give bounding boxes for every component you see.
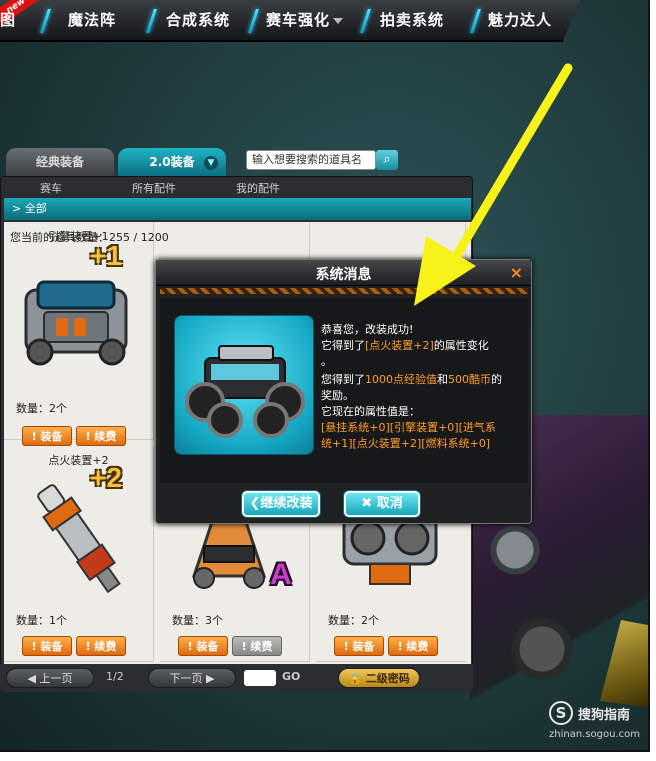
pager: ◀ 上一页 1/2 下一页 ▶ GO 🔒 二级密码 bbox=[0, 664, 473, 692]
next-page-label: 下一页 bbox=[169, 672, 203, 685]
renew-button-label: 续费 bbox=[94, 430, 117, 443]
attribute-line: 统+1][点火装置+2][燃料系统+0] bbox=[321, 437, 491, 450]
item-quantity: 数量：1个 bbox=[16, 614, 67, 627]
equip-button[interactable]: ! 装备 bbox=[334, 636, 384, 656]
equip-button[interactable]: ! 装备 bbox=[178, 636, 228, 656]
annotation-arrow-icon bbox=[414, 63, 573, 306]
message-highlight: 500酷币 bbox=[448, 373, 491, 386]
nav-item-synthesis[interactable]: 合成系统 bbox=[166, 10, 230, 32]
chevron-down-icon[interactable]: ▼ bbox=[204, 156, 218, 170]
renew-button[interactable]: ! 续费 bbox=[76, 636, 126, 656]
nav-separator bbox=[146, 9, 157, 33]
engine-part-icon bbox=[24, 280, 128, 366]
message-highlight: [点火装置+2] bbox=[365, 339, 434, 352]
cancel-label: 取消 bbox=[376, 496, 403, 511]
sogou-logo-icon: S bbox=[549, 701, 573, 725]
nav-separator bbox=[40, 9, 51, 33]
watermark-url: zhinan.sogou.com bbox=[549, 729, 641, 740]
message-line: 奖励。 bbox=[321, 389, 354, 402]
cancel-button[interactable]: ✖ 取消 bbox=[344, 491, 420, 517]
tab-v20-equipment[interactable]: 2.0装备 ▼ bbox=[118, 148, 226, 176]
nav-item-kart-upgrade-label: 赛车强化 bbox=[266, 12, 331, 29]
continue-modify-label: 继续改装 bbox=[260, 496, 313, 511]
nav-separator bbox=[470, 9, 481, 33]
kart-icon bbox=[185, 345, 305, 438]
item-cell[interactable]: 引擎装置+1 +1 数量：2个 ! 装备 ! 续费 bbox=[4, 222, 154, 446]
renew-button: ! 续费 bbox=[232, 636, 282, 656]
item-name: 点火装置+2 bbox=[48, 454, 109, 467]
second-password-button[interactable]: 🔒 二级密码 bbox=[338, 668, 420, 688]
close-icon: ✖ bbox=[361, 496, 373, 511]
message-text: 和 bbox=[437, 373, 448, 386]
nav-item-map[interactable]: 图 bbox=[0, 10, 16, 32]
message-line: 它现在的属性值是： bbox=[321, 405, 420, 418]
message-text: 它得到了 bbox=[321, 339, 365, 352]
kart-thumbnail bbox=[174, 315, 314, 455]
item-quantity: 数量：2个 bbox=[328, 614, 379, 627]
nav-item-auction[interactable]: 拍卖系统 bbox=[380, 10, 444, 32]
attribute-line: [悬挂系统+0][引擎装置+0][进气系 bbox=[321, 421, 496, 434]
search-icon[interactable]: ⌕ bbox=[376, 150, 398, 170]
prev-page-button[interactable]: ◀ 上一页 bbox=[6, 668, 94, 688]
renew-button-label: 续费 bbox=[250, 640, 273, 653]
equip-button-label: 装备 bbox=[352, 640, 375, 653]
prev-page-label: 上一页 bbox=[39, 672, 73, 685]
game-screen: new 图 魔法阵 合成系统 赛车强化 拍卖系统 魅力达人 经典装备 2.0装备… bbox=[0, 0, 650, 752]
search-input[interactable]: 输入想要搜索的道具名 bbox=[246, 150, 376, 170]
message-line: 它得到了[点火装置+2]的属性变化 bbox=[321, 338, 489, 354]
chevron-left-icon: ❮ bbox=[249, 496, 261, 511]
renew-button-label: 续费 bbox=[406, 640, 429, 653]
message-highlight: 1000点经验值 bbox=[365, 373, 437, 386]
page-jump-input[interactable] bbox=[244, 670, 276, 686]
tab-v20-label: 2.0装备 bbox=[149, 155, 195, 169]
nav-item-magic-circle[interactable]: 魔法阵 bbox=[68, 10, 116, 32]
subtab-all-parts[interactable]: 所有配件 bbox=[132, 180, 176, 196]
equip-button-label: 装备 bbox=[196, 640, 219, 653]
message-text: 的 bbox=[491, 373, 502, 386]
watermark-name: 搜狗指南 bbox=[578, 708, 631, 723]
chevron-down-icon bbox=[333, 18, 344, 25]
go-button[interactable]: GO bbox=[282, 670, 300, 683]
item-quantity: 数量：2个 bbox=[16, 402, 67, 415]
equip-button-label: 装备 bbox=[40, 640, 63, 653]
message-line: 恭喜您，改装成功! bbox=[321, 323, 414, 336]
message-line: 。 bbox=[321, 355, 332, 368]
item-count: 您当前的道具数量：255 / 1200 bbox=[10, 231, 169, 244]
subtab-karts[interactable]: 赛车 bbox=[40, 180, 62, 196]
nav-item-charm[interactable]: 魅力达人 bbox=[488, 10, 552, 32]
item-cell[interactable]: 点火装置+2 +2 数量：1个 ! 装备 ! 续费 bbox=[4, 446, 154, 662]
equip-button[interactable]: ! 装备 bbox=[22, 636, 72, 656]
message-line: 您得到了1000点经验值和500酷币的 bbox=[321, 372, 502, 388]
category-label: 全部 bbox=[24, 202, 47, 215]
chevron-right-icon: > bbox=[12, 202, 25, 215]
renew-button[interactable]: ! 续费 bbox=[388, 636, 438, 656]
equip-button-label: 装备 bbox=[40, 430, 63, 443]
next-page-button[interactable]: 下一页 ▶ bbox=[148, 668, 236, 688]
renew-button-label: 续费 bbox=[94, 640, 117, 653]
page-indicator: 1/2 bbox=[106, 670, 124, 683]
spark-plug-part-icon bbox=[37, 484, 121, 594]
message-text: 您得到了 bbox=[321, 373, 365, 386]
tab-classic-equipment[interactable]: 经典装备 bbox=[6, 148, 114, 176]
nav-item-kart-upgrade[interactable]: 赛车强化 bbox=[266, 10, 344, 32]
lock-icon: 🔒 bbox=[348, 672, 362, 685]
item-quantity: 数量：3个 bbox=[172, 614, 223, 627]
dialog-body: 恭喜您，改装成功! 它得到了[点火装置+2]的属性变化 。 您得到了1000点经… bbox=[160, 298, 528, 483]
subtab-my-parts[interactable]: 我的配件 bbox=[236, 180, 280, 196]
message-text: 的属性变化 bbox=[433, 339, 489, 352]
nav-separator bbox=[360, 9, 371, 33]
top-nav: new 图 魔法阵 合成系统 赛车强化 拍卖系统 魅力达人 bbox=[0, 0, 580, 42]
renew-button[interactable]: ! 续费 bbox=[76, 426, 126, 446]
equip-button[interactable]: ! 装备 bbox=[22, 426, 72, 446]
continue-modify-button[interactable]: ❮继续改装 bbox=[242, 491, 320, 517]
nav-separator bbox=[248, 9, 259, 33]
second-password-label: 二级密码 bbox=[365, 672, 410, 685]
